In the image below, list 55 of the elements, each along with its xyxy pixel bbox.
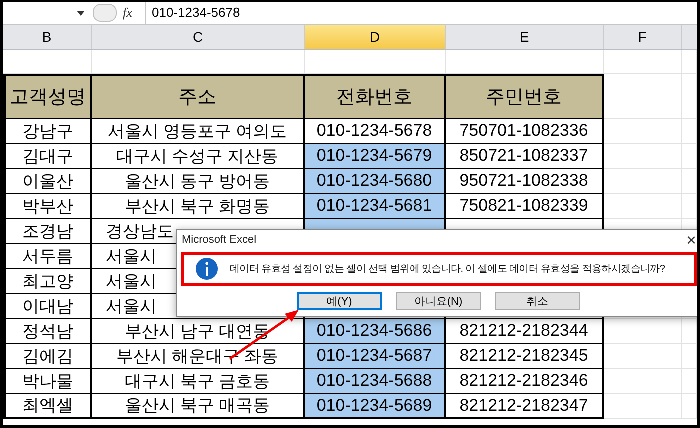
empty-cell [682,144,697,169]
table-cell: 정석남 [3,319,92,344]
dialog-button[interactable]: 취소 [495,292,580,310]
header-cell: 고객성명 [3,74,92,119]
empty-cell [682,74,697,119]
table-cell: 이대남 [3,294,92,319]
table-cell: 010-1234-5689 [305,394,446,419]
table-cell: 821212-2182347 [446,394,604,419]
resize-handle[interactable] [93,4,117,22]
table-cell: 010-1234-5687 [305,344,446,369]
table-cell: 010-1234-5681 [305,194,446,219]
close-button[interactable]: ✕ [686,232,697,248]
table-cell: 최고양 [3,269,92,294]
table-cell: 010-1234-5688 [305,369,446,394]
table-cell: 750821-1082339 [446,194,604,219]
table-cell: 010-1234-5686 [305,319,446,344]
empty-cell [682,169,697,194]
table-cell: 010-1234-5679 [305,144,446,169]
empty-cell [682,369,697,394]
empty-cell [682,394,697,419]
table-cell: 850721-1082337 [446,144,604,169]
table-cell: 821212-2182344 [446,319,604,344]
table-cell: 조경남 [3,219,92,244]
table-cell: 김대구 [3,144,92,169]
dialog-button[interactable]: 아니요(N) [396,292,481,310]
column-header[interactable]: F [604,25,682,49]
table-cell: 박부산 [3,194,92,219]
table-cell: 서두름 [3,244,92,269]
column-header[interactable]: B [3,25,92,49]
function-label[interactable]: fx [123,5,145,21]
header-cell: 주민번호 [446,74,604,119]
dialog-button[interactable]: 예(Y) [297,292,382,310]
table-cell: 최엑셀 [3,394,92,419]
table-cell: 이울산 [3,169,92,194]
empty-cell [682,344,697,369]
dropdown-caret-icon[interactable] [77,10,85,16]
formula-field[interactable]: 010-1234-5678 [145,2,697,24]
empty-cell [682,119,697,144]
dialog-title: Microsoft Excel [182,234,257,246]
table-cell: 010-1234-5680 [305,169,446,194]
column-header[interactable]: E [446,25,604,49]
table-cell: 821212-2182346 [446,369,604,394]
table-cell: 950721-1082338 [446,169,604,194]
table-cell: 박나물 [3,369,92,394]
table-cell: 울산시 북구 매곡동 [92,394,305,419]
table-cell: 821212-2182345 [446,344,604,369]
header-cell: 전화번호 [305,74,446,119]
column-header[interactable]: D [305,25,446,49]
empty-cell [682,319,697,344]
table-cell: 750701-1082336 [446,119,604,144]
table-cell: 김에김 [3,344,92,369]
header-cell: 주소 [92,74,305,119]
table-cell: 010-1234-5678 [305,119,446,144]
table-cell: 강남구 [3,119,92,144]
info-icon [196,258,218,280]
